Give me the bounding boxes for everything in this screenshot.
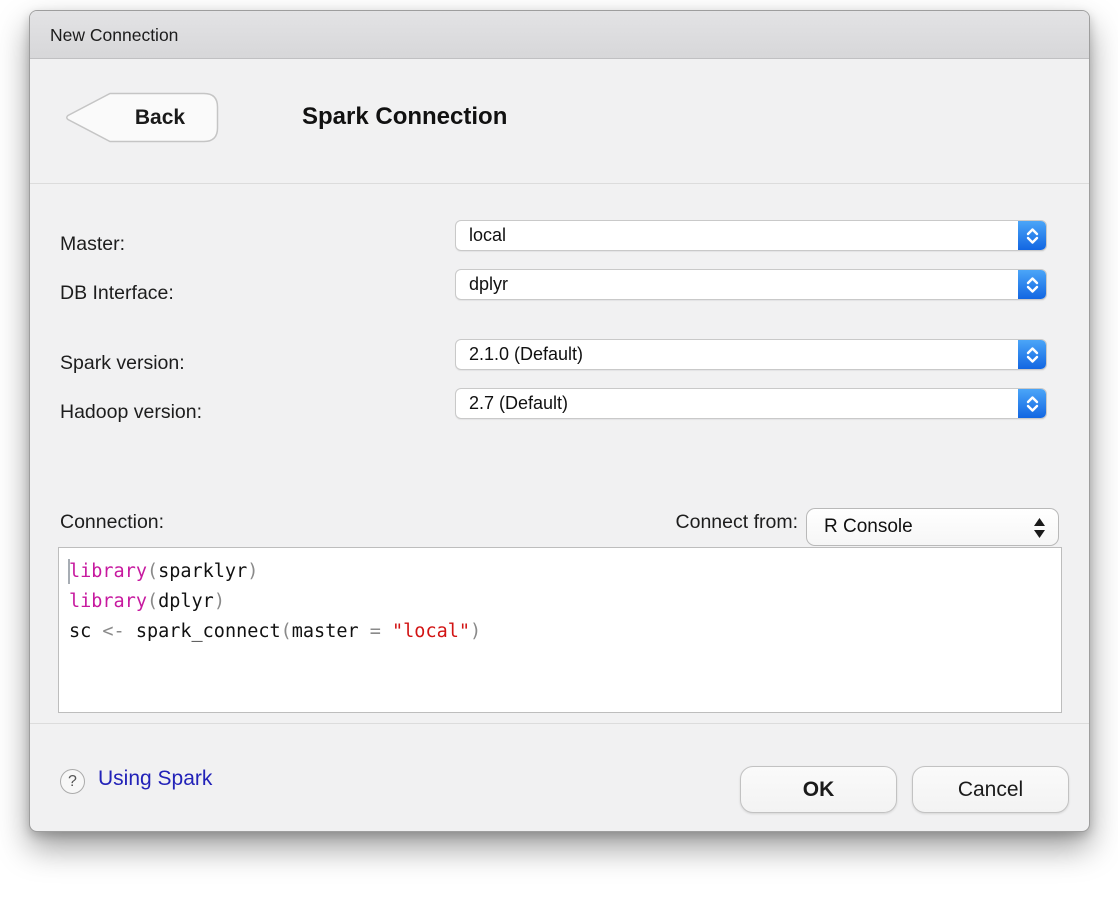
hadoop-version-select-value: 2.7 (Default) bbox=[469, 389, 1010, 418]
connection-code-editor[interactable]: library(sparklyr) library(dplyr) sc <- s… bbox=[58, 547, 1062, 713]
spark-version-label: Spark version: bbox=[60, 352, 185, 375]
master-label: Master: bbox=[60, 233, 125, 256]
code-line: library(sparklyr) bbox=[69, 557, 1051, 587]
help-icon[interactable]: ? bbox=[60, 769, 85, 794]
hadoop-version-select[interactable]: 2.7 (Default) bbox=[455, 388, 1047, 419]
up-down-chevrons-icon bbox=[1018, 389, 1046, 418]
connect-from-select[interactable]: R Console bbox=[806, 508, 1059, 546]
up-down-chevrons-icon bbox=[1018, 270, 1046, 299]
spark-version-select[interactable]: 2.1.0 (Default) bbox=[455, 339, 1047, 370]
db-interface-select[interactable]: dplyr bbox=[455, 269, 1047, 300]
code-line: sc <- spark_connect(master = "local") bbox=[69, 617, 1051, 647]
hadoop-version-label: Hadoop version: bbox=[60, 401, 202, 424]
desktop-background: New Connection Back Spark Connection Mas… bbox=[0, 0, 1118, 904]
spark-version-select-value: 2.1.0 (Default) bbox=[469, 340, 1010, 369]
header-divider bbox=[30, 183, 1089, 184]
ok-button[interactable]: OK bbox=[740, 766, 897, 813]
back-button[interactable]: Back bbox=[65, 92, 219, 143]
up-down-chevrons-icon bbox=[1018, 340, 1046, 369]
up-down-triangles-icon bbox=[1033, 517, 1046, 544]
connect-from-label: Connect from: bbox=[626, 511, 798, 534]
master-select[interactable]: local bbox=[455, 220, 1047, 251]
up-down-chevrons-icon bbox=[1018, 221, 1046, 250]
code-line: library(dplyr) bbox=[69, 587, 1051, 617]
text-caret bbox=[68, 559, 70, 584]
connection-label: Connection: bbox=[60, 511, 164, 534]
page-title: Spark Connection bbox=[302, 103, 507, 131]
titlebar[interactable]: New Connection bbox=[30, 11, 1089, 59]
footer-divider bbox=[30, 723, 1089, 724]
back-button-label: Back bbox=[111, 92, 209, 143]
using-spark-link[interactable]: Using Spark bbox=[98, 767, 212, 791]
db-interface-label: DB Interface: bbox=[60, 282, 174, 305]
cancel-button[interactable]: Cancel bbox=[912, 766, 1069, 813]
new-connection-dialog: New Connection Back Spark Connection Mas… bbox=[29, 10, 1090, 832]
window-title: New Connection bbox=[50, 11, 178, 59]
connect-from-select-value: R Console bbox=[824, 509, 913, 545]
db-interface-select-value: dplyr bbox=[469, 270, 1010, 299]
master-select-value: local bbox=[469, 221, 1010, 250]
